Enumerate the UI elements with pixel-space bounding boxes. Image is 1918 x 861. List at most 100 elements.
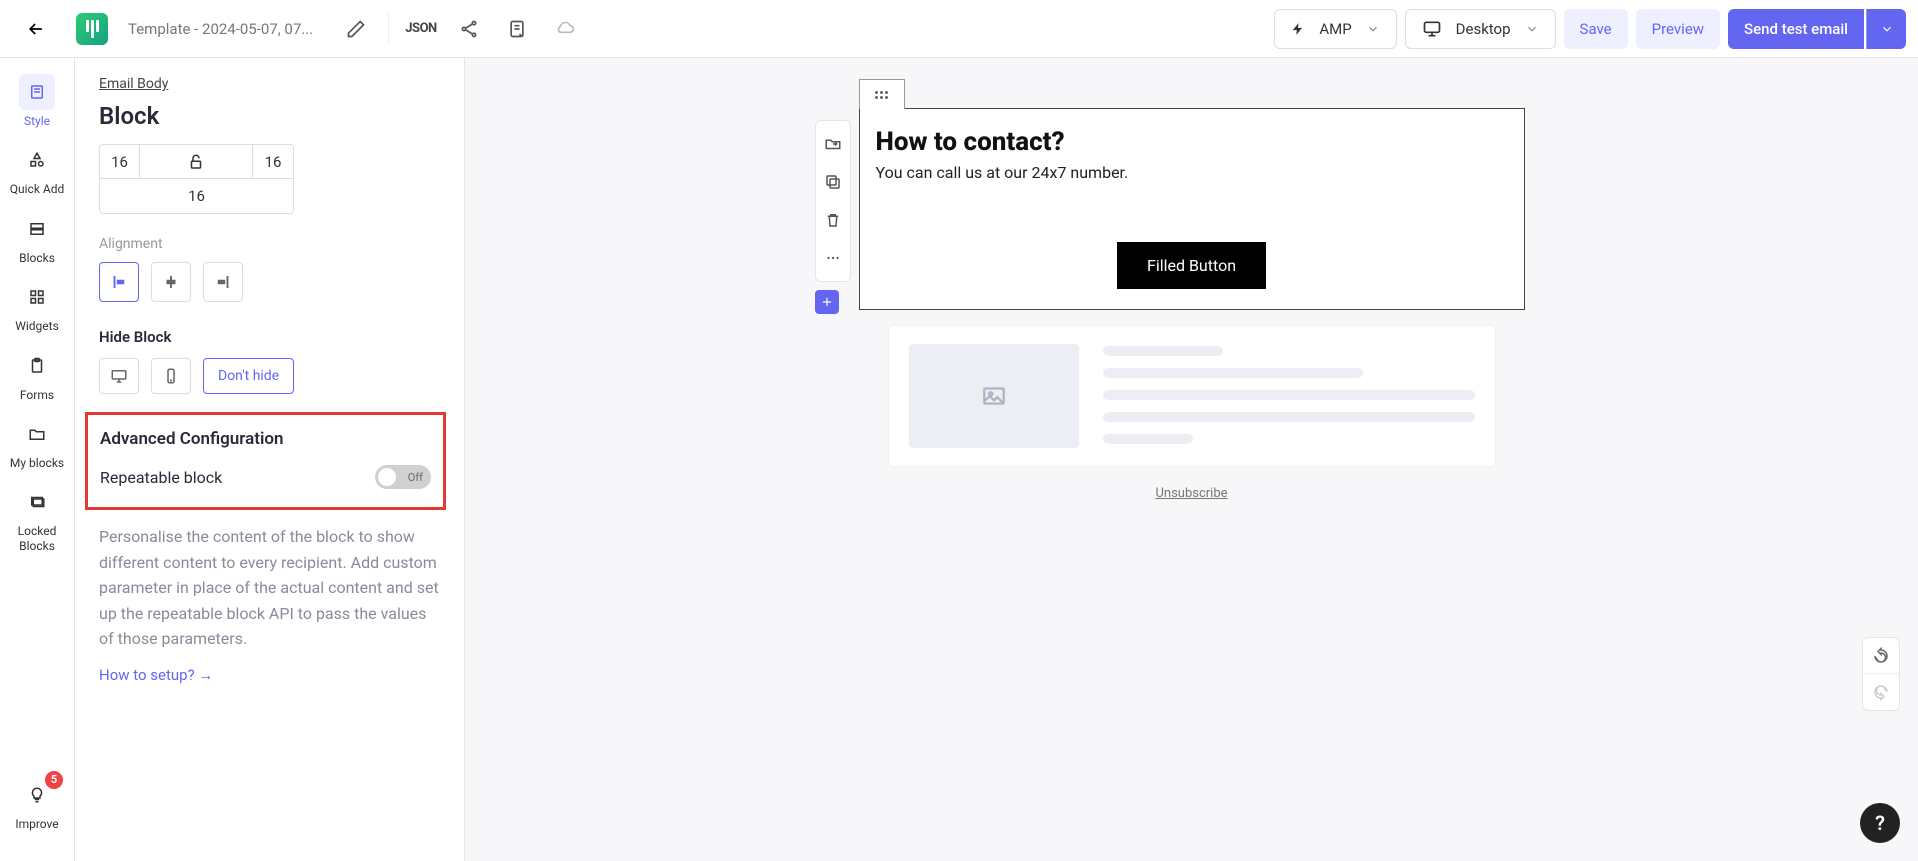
back-button[interactable]	[12, 5, 60, 53]
help-button[interactable]: ?	[1860, 803, 1900, 843]
email-wrapper: How to contact? You can call us at our 2…	[859, 78, 1525, 501]
widgets-icon	[28, 288, 46, 306]
desktop-icon	[110, 367, 128, 385]
folder-icon	[28, 425, 46, 443]
nav-improve[interactable]: 5 Improve	[7, 777, 67, 831]
toolbar-delete-button[interactable]	[815, 201, 851, 239]
lightbulb-icon	[28, 786, 46, 804]
folder-move-icon	[824, 135, 842, 153]
align-right-icon	[214, 273, 232, 291]
cloud-icon	[555, 19, 575, 39]
more-icon	[824, 249, 842, 267]
placeholder-lines	[1103, 344, 1475, 448]
preview-button[interactable]: Preview	[1636, 9, 1720, 49]
content-button[interactable]: Filled Button	[1117, 242, 1266, 289]
edit-name-button[interactable]	[336, 9, 376, 49]
device-label: Desktop	[1456, 20, 1511, 38]
copy-icon	[824, 173, 842, 191]
block-content: How to contact? You can call us at our 2…	[870, 119, 1514, 289]
toggle-state-label: Off	[408, 471, 423, 484]
header: Template - 2024-05-07, 07... JSON AMP De…	[0, 0, 1918, 58]
nav-label: Forms	[20, 388, 54, 402]
notes-icon	[507, 19, 527, 39]
padding-lock-button[interactable]	[140, 145, 253, 179]
align-right-button[interactable]	[203, 262, 243, 302]
device-dropdown[interactable]: Desktop	[1405, 9, 1556, 49]
hide-mobile-button[interactable]	[151, 358, 191, 394]
send-dropdown-button[interactable]	[1866, 9, 1906, 49]
repeatable-toggle[interactable]: Off	[375, 465, 431, 489]
advanced-config-title: Advanced Configuration	[100, 429, 431, 449]
save-button[interactable]: Save	[1564, 9, 1628, 49]
arrow-left-icon	[26, 19, 46, 39]
mobile-icon	[162, 367, 180, 385]
align-left-icon	[110, 273, 128, 291]
amp-label: AMP	[1319, 20, 1351, 38]
how-to-setup-link[interactable]: How to setup? →	[99, 666, 213, 684]
drag-dots-icon	[875, 91, 888, 99]
dont-hide-button[interactable]: Don't hide	[203, 358, 294, 394]
share-button[interactable]	[449, 9, 489, 49]
toolbar-move-button[interactable]	[815, 125, 851, 163]
nav-label: Widgets	[15, 319, 59, 333]
bolt-icon	[1291, 22, 1305, 36]
unlock-icon	[187, 153, 205, 171]
padding-control: 16 16 16	[99, 144, 294, 214]
hide-block-row: Don't hide	[99, 358, 440, 394]
placeholder-block[interactable]	[889, 326, 1495, 466]
plus-icon	[820, 295, 834, 309]
advanced-config-highlight: Advanced Configuration Repeatable block …	[85, 412, 446, 510]
notes-button[interactable]	[497, 9, 537, 49]
nav-blocks[interactable]: Blocks	[7, 211, 67, 265]
improve-badge-count: 5	[45, 771, 63, 789]
divider	[388, 13, 389, 45]
nav-quick-add[interactable]: Quick Add	[7, 142, 67, 196]
nav-widgets[interactable]: Widgets	[7, 279, 67, 333]
cloud-sync-button[interactable]	[545, 9, 585, 49]
padding-bottom-input[interactable]: 16	[100, 179, 293, 213]
block-drag-handle[interactable]	[859, 79, 905, 109]
layers-icon	[28, 493, 46, 511]
history-controls	[1862, 637, 1900, 711]
selected-block[interactable]: How to contact? You can call us at our 2…	[859, 108, 1525, 310]
template-name: Template - 2024-05-07, 07...	[128, 20, 328, 38]
app-logo	[76, 13, 108, 45]
hide-desktop-button[interactable]	[99, 358, 139, 394]
image-icon	[981, 383, 1007, 409]
send-test-email-button[interactable]: Send test email	[1728, 9, 1864, 49]
redo-button[interactable]	[1863, 674, 1899, 710]
toolbar-more-button[interactable]	[815, 239, 851, 277]
nav-forms[interactable]: Forms	[7, 348, 67, 402]
json-button[interactable]: JSON	[401, 9, 441, 49]
block-toolbar	[815, 120, 851, 282]
align-center-button[interactable]	[151, 262, 191, 302]
unsubscribe-link[interactable]: Unsubscribe	[859, 486, 1525, 501]
padding-right-input[interactable]: 16	[253, 145, 293, 179]
desktop-icon	[1422, 19, 1442, 39]
toolbar-copy-button[interactable]	[815, 163, 851, 201]
canvas: How to contact? You can call us at our 2…	[465, 58, 1918, 861]
content-heading[interactable]: How to contact?	[870, 119, 1514, 163]
trash-icon	[824, 211, 842, 229]
blocks-icon	[28, 220, 46, 238]
repeatable-description: Personalise the content of the block to …	[99, 524, 440, 652]
pencil-icon	[346, 19, 366, 39]
placeholder-image	[909, 344, 1079, 448]
align-left-button[interactable]	[99, 262, 139, 302]
redo-icon	[1872, 683, 1890, 701]
padding-left-input[interactable]: 16	[100, 145, 140, 179]
style-panel: Email Body Block 16 16 16 Alignment Hide…	[75, 58, 465, 861]
content-paragraph[interactable]: You can call us at our 24x7 number.	[870, 163, 1514, 182]
nav-label: Locked Blocks	[7, 524, 67, 553]
chevron-down-icon	[1880, 22, 1894, 36]
amp-dropdown[interactable]: AMP	[1274, 9, 1396, 49]
undo-button[interactable]	[1863, 638, 1899, 674]
breadcrumb-email-body[interactable]: Email Body	[99, 76, 440, 92]
left-nav: Style Quick Add Blocks Widgets Forms My …	[0, 58, 75, 861]
nav-locked-blocks[interactable]: Locked Blocks	[7, 484, 67, 553]
repeatable-row: Repeatable block Off	[100, 465, 431, 489]
nav-my-blocks[interactable]: My blocks	[7, 416, 67, 470]
add-block-button[interactable]	[815, 290, 839, 314]
nav-style[interactable]: Style	[7, 74, 67, 128]
align-center-icon	[162, 273, 180, 291]
